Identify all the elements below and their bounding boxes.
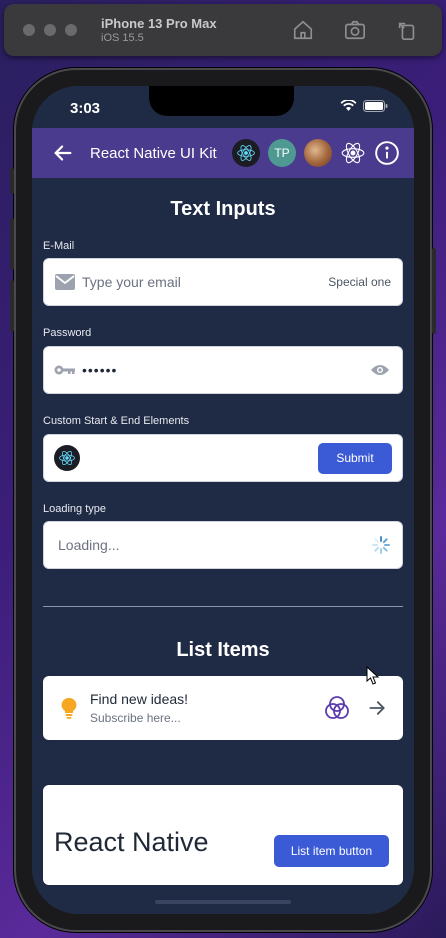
simulator-title: iPhone 13 Pro Max iOS 15.5 <box>101 16 217 44</box>
power-button <box>432 248 436 334</box>
app-title: React Native UI Kit <box>90 144 217 162</box>
phone-screen: 3:03 React Native UI Kit TP Text Inputs … <box>32 86 414 914</box>
react-logo-icon <box>237 145 255 161</box>
simulator-toolbar: iPhone 13 Pro Max iOS 15.5 <box>4 4 442 56</box>
spinner-icon <box>372 536 390 554</box>
mute-switch <box>10 168 14 194</box>
minimize-window-button[interactable] <box>44 24 56 36</box>
password-value: •••••• <box>82 362 118 378</box>
volume-down-button <box>10 280 14 332</box>
react-logo-icon[interactable] <box>340 140 366 166</box>
device-name: iPhone 13 Pro Max <box>101 16 217 31</box>
key-icon <box>54 365 75 375</box>
list-item-title: Find new ideas! <box>90 691 189 707</box>
window-controls <box>23 24 77 36</box>
zoom-window-button[interactable] <box>65 24 77 36</box>
notch <box>149 86 294 116</box>
screenshot-icon[interactable] <box>344 19 366 41</box>
battery-icon <box>363 100 388 112</box>
card-title: React Native <box>54 827 209 857</box>
eye-icon[interactable] <box>370 363 390 377</box>
list-item-subtitle: Subscribe here... <box>90 711 181 725</box>
rotate-icon[interactable] <box>396 19 418 41</box>
photo-avatar[interactable] <box>304 139 332 167</box>
custom-elements-label: Custom Start & End Elements <box>43 415 190 427</box>
submit-button[interactable]: Submit <box>318 442 392 474</box>
arrow-right-icon[interactable] <box>367 698 387 718</box>
email-label: E-Mail <box>43 240 75 252</box>
card-item: React Native List item button <box>43 785 403 885</box>
mail-icon <box>55 274 75 290</box>
email-field[interactable]: Type your email Special one <box>43 258 403 306</box>
custom-elements-field[interactable]: Submit <box>43 434 403 482</box>
os-version: iOS 15.5 <box>101 32 144 44</box>
lightbulb-icon <box>61 697 77 719</box>
knot-logo-icon <box>325 696 349 719</box>
react-avatar[interactable] <box>232 139 260 167</box>
mouse-cursor-icon <box>366 666 380 685</box>
home-indicator[interactable] <box>155 900 291 904</box>
list-item-button[interactable]: List item button <box>274 835 389 867</box>
back-arrow-icon[interactable] <box>52 142 74 164</box>
wifi-icon <box>340 100 357 111</box>
email-end-text: Special one <box>328 275 391 289</box>
close-window-button[interactable] <box>23 24 35 36</box>
volume-up-button <box>10 218 14 270</box>
loading-placeholder: Loading... <box>58 537 120 553</box>
info-icon[interactable] <box>374 140 400 166</box>
react-logo-icon <box>59 450 75 466</box>
status-time: 3:03 <box>70 100 101 117</box>
initials-avatar[interactable]: TP <box>268 139 296 167</box>
home-icon[interactable] <box>292 19 314 41</box>
scroll-content[interactable]: Text Inputs E-Mail Type your email Speci… <box>32 178 414 914</box>
react-start-avatar <box>54 445 80 471</box>
app-header: React Native UI Kit TP <box>32 128 414 178</box>
email-placeholder: Type your email <box>82 274 181 290</box>
loading-type-label: Loading type <box>43 503 106 515</box>
text-inputs-heading: Text Inputs <box>170 198 276 220</box>
password-label: Password <box>43 327 92 339</box>
iphone-frame: 3:03 React Native UI Kit TP Text Inputs … <box>10 68 436 932</box>
section-divider <box>43 606 403 607</box>
password-field[interactable]: •••••• <box>43 346 403 394</box>
list-items-heading: List Items <box>176 639 270 661</box>
list-item[interactable]: Find new ideas! Subscribe here... <box>43 676 403 740</box>
loading-field[interactable]: Loading... <box>43 521 403 569</box>
